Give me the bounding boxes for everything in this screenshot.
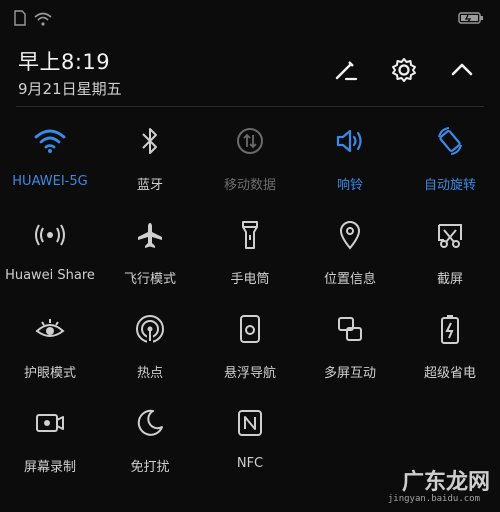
watermark: 广东龙网 jingyan.baidu.com bbox=[374, 458, 494, 506]
tile-huawei-share[interactable]: Huawei Share bbox=[0, 220, 100, 283]
watermark-url: jingyan.baidu.com bbox=[387, 494, 480, 504]
edit-button[interactable] bbox=[330, 56, 362, 88]
auto-rotate-icon bbox=[434, 125, 466, 161]
status-bar bbox=[0, 0, 500, 36]
tile-wifi[interactable]: HUAWEI-5G bbox=[0, 126, 100, 189]
tile-label: 自动旋转 bbox=[423, 178, 476, 193]
tile-label: 屏幕录制 bbox=[23, 460, 76, 475]
nfc-icon bbox=[236, 408, 264, 442]
floating-nav-icon bbox=[238, 313, 262, 349]
tile-label: 多屏互动 bbox=[323, 366, 376, 381]
tile-do-not-disturb[interactable]: 免打扰 bbox=[100, 408, 200, 475]
tile-label: 飞行模式 bbox=[123, 272, 176, 287]
panel-header: 早上8:19 9月21日星期五 bbox=[0, 36, 500, 108]
tile-bluetooth[interactable]: 蓝牙 bbox=[100, 126, 200, 193]
tile-label: 护眼模式 bbox=[23, 366, 76, 381]
clock-time: 早上8:19 bbox=[18, 50, 111, 74]
location-icon bbox=[338, 219, 362, 255]
tile-ultra-power-saving[interactable]: 超级省电 bbox=[400, 314, 500, 381]
mobile-data-icon bbox=[235, 126, 265, 160]
bluetooth-icon bbox=[140, 126, 160, 160]
tile-hotspot[interactable]: 热点 bbox=[100, 314, 200, 381]
screen-record-icon bbox=[34, 409, 66, 441]
tile-label: 截屏 bbox=[436, 272, 463, 287]
header-divider bbox=[16, 106, 484, 107]
gear-icon bbox=[390, 56, 418, 88]
tile-floating-nav[interactable]: 悬浮导航 bbox=[200, 314, 300, 381]
tile-label: NFC bbox=[236, 456, 264, 471]
tile-label: 蓝牙 bbox=[136, 178, 163, 193]
tile-eye-comfort[interactable]: 护眼模式 bbox=[0, 314, 100, 381]
ultra-power-saving-icon bbox=[439, 313, 461, 349]
tile-screen-record[interactable]: 屏幕录制 bbox=[0, 408, 100, 475]
tile-sound[interactable]: 响铃 bbox=[300, 126, 400, 193]
tile-label: Huawei Share bbox=[5, 268, 95, 283]
watermark-text: 广东龙网 bbox=[401, 469, 490, 495]
collapse-button[interactable] bbox=[446, 56, 478, 88]
tile-label: 悬浮导航 bbox=[223, 366, 276, 381]
edit-icon bbox=[332, 56, 360, 88]
tile-mobile-data[interactable]: 移动数据 bbox=[200, 126, 300, 193]
tile-location[interactable]: 位置信息 bbox=[300, 220, 400, 287]
chevron-up-icon bbox=[448, 56, 476, 88]
tile-airplane[interactable]: 飞行模式 bbox=[100, 220, 200, 287]
sim-icon bbox=[14, 10, 26, 30]
tile-label: 热点 bbox=[136, 366, 163, 381]
tile-label: 超级省电 bbox=[423, 366, 476, 381]
screenshot-icon bbox=[435, 220, 465, 254]
hotspot-icon bbox=[134, 313, 166, 349]
do-not-disturb-icon bbox=[135, 408, 165, 442]
multi-screen-icon bbox=[335, 314, 365, 348]
airplane-icon bbox=[135, 220, 165, 254]
tile-auto-rotate[interactable]: 自动旋转 bbox=[400, 126, 500, 193]
battery-icon bbox=[458, 10, 484, 29]
eye-comfort-icon bbox=[34, 315, 66, 347]
tile-multi-screen[interactable]: 多屏互动 bbox=[300, 314, 400, 381]
tile-screenshot[interactable]: 截屏 bbox=[400, 220, 500, 287]
huawei-share-icon bbox=[33, 221, 67, 253]
tile-nfc[interactable]: NFC bbox=[200, 408, 300, 471]
settings-button[interactable] bbox=[388, 56, 420, 88]
clock-date: 9月21日星期五 bbox=[18, 80, 122, 98]
sound-icon bbox=[334, 127, 366, 159]
wifi-icon bbox=[34, 11, 52, 30]
tile-label: 免打扰 bbox=[130, 460, 170, 475]
tile-label: 响铃 bbox=[336, 178, 363, 193]
wifi-icon bbox=[33, 127, 67, 159]
flashlight-icon bbox=[239, 219, 261, 255]
tile-label: 手电筒 bbox=[230, 272, 270, 287]
tile-label: 位置信息 bbox=[323, 272, 376, 287]
tile-label: HUAWEI-5G bbox=[12, 174, 88, 189]
tile-label: 移动数据 bbox=[223, 178, 276, 193]
tile-flashlight[interactable]: 手电筒 bbox=[200, 220, 300, 287]
